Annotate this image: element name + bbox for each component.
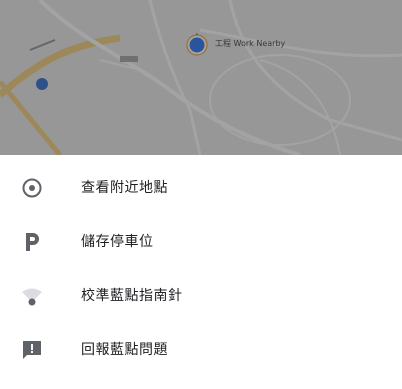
menu-item-label: 回報藍點問題 xyxy=(81,342,168,358)
menu-item-save-parking[interactable]: 儲存停車位 xyxy=(0,215,402,269)
menu-item-calibrate-compass[interactable]: 校準藍點指南針 xyxy=(0,269,402,323)
parking-icon xyxy=(20,230,44,254)
menu-item-label: 查看附近地點 xyxy=(81,180,168,196)
feedback-icon xyxy=(20,338,44,362)
map-view[interactable]: 工程 Work Nearby xyxy=(0,0,402,155)
target-icon xyxy=(20,176,44,200)
bottom-sheet-menu: 查看附近地點 儲存停車位 校準藍點指南針 回報藍點問題 xyxy=(0,155,402,389)
compass-beam-icon xyxy=(20,284,44,308)
menu-item-report-problem[interactable]: 回報藍點問題 xyxy=(0,323,402,377)
menu-item-label: 儲存停車位 xyxy=(81,234,154,250)
map-scrim[interactable] xyxy=(0,0,402,155)
menu-item-explore-nearby[interactable]: 查看附近地點 xyxy=(0,161,402,215)
menu-item-label: 校準藍點指南針 xyxy=(81,288,183,304)
